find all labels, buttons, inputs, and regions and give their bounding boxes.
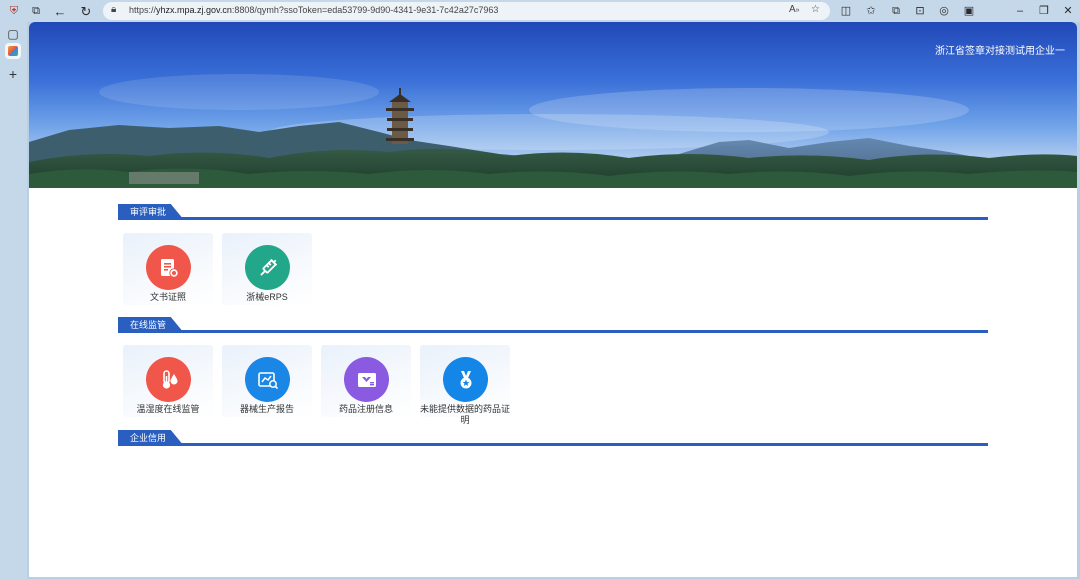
extensions-icon[interactable]: ⊡	[912, 3, 928, 19]
tile-temperature-humidity[interactable]: 温湿度在线监管	[123, 345, 213, 417]
section-header-credit: 企业信用	[118, 430, 988, 446]
split-screen-icon[interactable]: ◫	[838, 3, 854, 19]
section-divider	[118, 443, 988, 446]
url-scheme: https://	[129, 5, 157, 15]
copilot-icon[interactable]: ◎	[936, 3, 952, 19]
section-header-review: 审评审批	[118, 204, 988, 220]
workspaces-icon[interactable]: ⧉	[28, 3, 44, 19]
tab-favicon-icon[interactable]	[5, 43, 21, 59]
url-text: https://yhzx.mpa.zj.gov.cn:8808/qymh?sso…	[129, 5, 498, 15]
section-title: 企业信用	[118, 430, 184, 446]
page-viewport: 浙江省签章对接测试用企业一 审评审批 文书证照 浙械eRPS 在线监管 温湿度在…	[29, 22, 1077, 577]
tab-actions-icon[interactable]: ▢	[5, 26, 21, 42]
tile-drug-certificate[interactable]: 未能提供数据的药品证明	[420, 345, 510, 425]
tile-label: 未能提供数据的药品证明	[419, 404, 510, 425]
report-icon	[245, 357, 290, 402]
collections-icon[interactable]: ⧉	[888, 3, 904, 19]
tile-documents-licenses[interactable]: 文书证照	[123, 233, 213, 305]
lock-icon: 🔒︎	[111, 4, 117, 15]
tile-device-production-report[interactable]: 器械生产报告	[222, 345, 312, 417]
medal-icon	[443, 357, 488, 402]
minimize-icon[interactable]: –	[1012, 3, 1028, 19]
thermometer-icon	[146, 357, 191, 402]
tile-label: 器械生产报告	[239, 404, 294, 414]
section-divider	[118, 330, 988, 333]
tile-label: 温湿度在线监管	[136, 404, 200, 414]
close-icon[interactable]: ✕	[1060, 3, 1076, 19]
tile-drug-registration-info[interactable]: 药品注册信息	[321, 345, 411, 417]
address-bar[interactable]: 🔒︎ https://yhzx.mpa.zj.gov.cn:8808/qymh?…	[103, 2, 830, 20]
back-icon[interactable]: ←	[52, 3, 68, 19]
section-title: 审评审批	[118, 204, 184, 220]
sidebar-toggle-icon[interactable]: ▣	[961, 3, 977, 19]
tile-label: 浙械eRPS	[246, 292, 288, 302]
restore-icon[interactable]: ❐	[1036, 3, 1052, 19]
user-name[interactable]: 浙江省签章对接测试用企业一	[935, 42, 1065, 57]
certificate-icon	[146, 245, 191, 290]
new-tab-icon[interactable]: +	[5, 66, 21, 82]
tile-erps[interactable]: 浙械eRPS	[222, 233, 312, 305]
browser-toolbar: ⛨ ⧉ ← ↻ 🔒︎ https://yhzx.mpa.zj.gov.cn:88…	[0, 0, 1080, 22]
tile-label: 药品注册信息	[338, 404, 393, 414]
landscape-banner-image	[29, 74, 1077, 188]
url-path: :8808/qymh?ssoToken=eda53799-9d90-4341-9…	[231, 5, 499, 15]
refresh-icon[interactable]: ↻	[78, 3, 94, 19]
header-banner: 浙江省签章对接测试用企业一	[29, 22, 1077, 188]
section-title: 在线监管	[118, 317, 184, 333]
section-header-online-supervision: 在线监管	[118, 317, 988, 333]
read-aloud-icon[interactable]: A»	[789, 4, 800, 15]
url-domain: yhzx.mpa.zj.gov.cn	[156, 5, 232, 15]
registration-icon	[344, 357, 389, 402]
tile-label: 文书证照	[149, 292, 186, 302]
favorite-star-icon[interactable]: ☆	[811, 4, 820, 15]
vertical-tabs-sidebar: ▢ +	[0, 22, 27, 579]
profile-icon[interactable]: ⛨	[6, 3, 22, 19]
section-divider	[118, 217, 988, 220]
favorites-icon[interactable]: ✩	[863, 3, 879, 19]
syringe-icon	[245, 245, 290, 290]
